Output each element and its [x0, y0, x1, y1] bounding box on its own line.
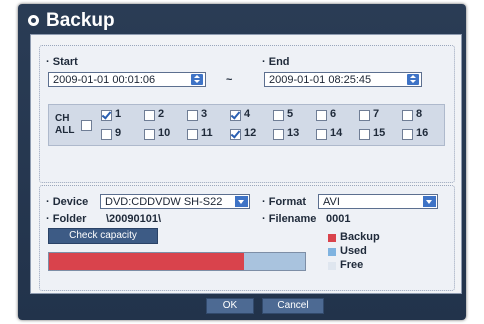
- end-datetime-value: 2009-01-01 08:25:45: [269, 74, 372, 86]
- ch-all-label: CH ALL: [55, 113, 74, 137]
- backup-legend-label: Backup: [340, 231, 380, 243]
- channel-16-label: 16: [416, 127, 429, 139]
- channel-7-label: 7: [373, 108, 380, 120]
- all-label: ALL: [55, 125, 75, 136]
- channel-3-label: 3: [201, 108, 208, 120]
- channel-8-label: 8: [416, 108, 423, 120]
- channel-13-checkbox[interactable]: [273, 129, 284, 140]
- range-panel: Start 2009-01-01 00:01:06 ~ End 2009-01-…: [39, 45, 455, 183]
- check-capacity-button[interactable]: Check capacity: [48, 228, 158, 244]
- filename-value: 0001: [326, 213, 351, 225]
- channel-1-label: 1: [115, 108, 122, 120]
- ch-label: CH: [55, 113, 70, 124]
- channel-11-label: 11: [201, 127, 213, 139]
- free-legend-swatch: [328, 262, 336, 270]
- settings-bullet-icon: [28, 15, 39, 26]
- used-legend-label: Used: [340, 245, 367, 257]
- format-dropdown-icon[interactable]: [423, 196, 436, 207]
- filename-label: Filename: [262, 213, 317, 225]
- start-spin-icon[interactable]: [191, 74, 203, 85]
- end-datetime-field[interactable]: 2009-01-01 08:25:45: [264, 72, 422, 87]
- channel-grid: CH ALL 12345678 9 10 11 12 13 14 15 16: [48, 104, 445, 146]
- device-dropdown-icon[interactable]: [235, 196, 248, 207]
- channel-10-checkbox[interactable]: [144, 129, 155, 140]
- start-datetime-field[interactable]: 2009-01-01 00:01:06: [48, 72, 206, 87]
- folder-label: Folder: [46, 213, 87, 225]
- channel-3-checkbox[interactable]: [187, 110, 198, 121]
- device-select[interactable]: DVD:CDDVDW SH-S22: [100, 194, 250, 209]
- dialog-body: Start 2009-01-01 00:01:06 ~ End 2009-01-…: [30, 34, 462, 294]
- channel-9-label: 9: [115, 127, 122, 139]
- format-label: Format: [262, 196, 306, 208]
- channel-12-label: 12: [244, 127, 257, 139]
- channel-2-checkbox[interactable]: [144, 110, 155, 121]
- channel-13-label: 13: [287, 127, 300, 139]
- channel-7-checkbox[interactable]: [359, 110, 370, 121]
- channel-1-checkbox[interactable]: [101, 110, 112, 121]
- channel-16-checkbox[interactable]: [402, 129, 413, 140]
- channel-10-label: 10: [158, 127, 171, 139]
- capacity-backup-fill: [49, 253, 244, 270]
- channel-5-label: 5: [287, 108, 294, 120]
- channel-4-label: 4: [244, 108, 251, 120]
- channel-12-checkbox[interactable]: [230, 129, 241, 140]
- dialog-title: Backup: [46, 10, 115, 31]
- channel-15-label: 15: [373, 127, 386, 139]
- channel-11-checkbox[interactable]: [187, 129, 198, 140]
- range-separator: ~: [226, 74, 233, 86]
- start-label: Start: [46, 56, 78, 68]
- channel-9-checkbox[interactable]: [101, 129, 112, 140]
- folder-value: \20090101\: [106, 213, 162, 225]
- channel-6-label: 6: [330, 108, 337, 120]
- channel-2-label: 2: [158, 108, 165, 120]
- start-datetime-value: 2009-01-01 00:01:06: [53, 74, 156, 86]
- device-select-value: DVD:CDDVDW SH-S22: [105, 196, 223, 208]
- free-legend-label: Free: [340, 259, 364, 271]
- title-bar: Backup: [18, 4, 466, 38]
- channel-6-checkbox[interactable]: [316, 110, 327, 121]
- used-legend-swatch: [328, 248, 336, 256]
- device-label: Device: [46, 196, 88, 208]
- channel-14-label: 14: [330, 127, 343, 139]
- end-spin-icon[interactable]: [407, 74, 419, 85]
- channel-8-checkbox[interactable]: [402, 110, 413, 121]
- channel-4-checkbox[interactable]: [230, 110, 241, 121]
- channel-15-checkbox[interactable]: [359, 129, 370, 140]
- backup-legend-swatch: [328, 234, 336, 242]
- end-label: End: [262, 56, 290, 68]
- capacity-bar: [48, 252, 306, 271]
- format-select[interactable]: AVI: [318, 194, 438, 209]
- channel-5-checkbox[interactable]: [273, 110, 284, 121]
- cancel-button[interactable]: Cancel: [262, 298, 324, 314]
- channel-14-checkbox[interactable]: [316, 129, 327, 140]
- ok-button[interactable]: OK: [206, 298, 254, 314]
- ch-all-checkbox[interactable]: [81, 120, 92, 131]
- device-panel: Device DVD:CDDVDW SH-S22 Format AVI Fold…: [39, 185, 455, 291]
- format-select-value: AVI: [323, 196, 340, 208]
